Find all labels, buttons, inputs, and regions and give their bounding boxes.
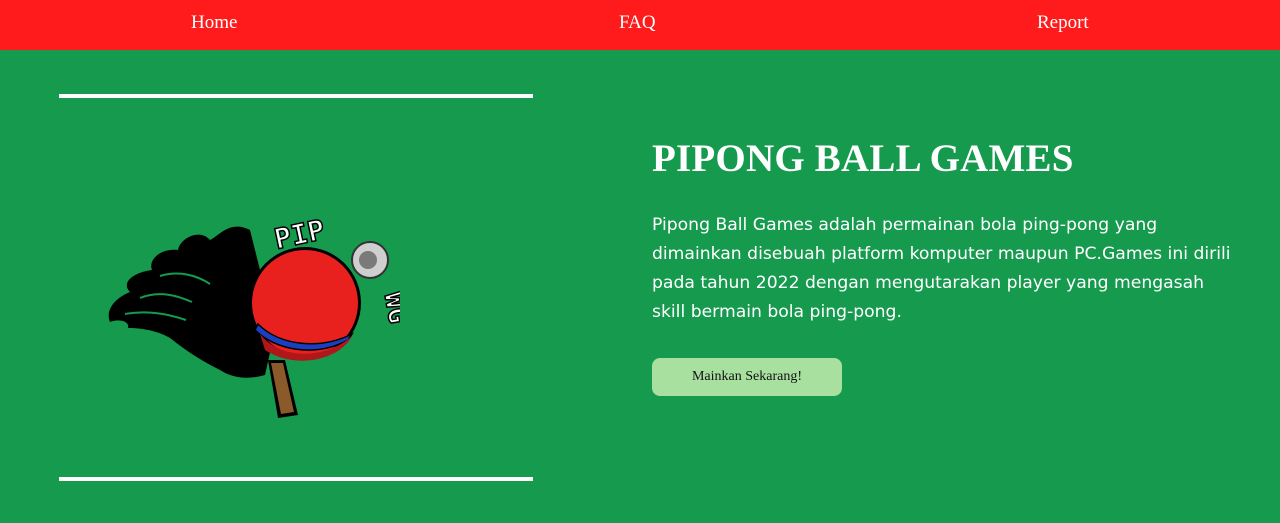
logo-text-side: WG bbox=[378, 290, 400, 326]
pingpong-paddle-flame-logo: PIP WG bbox=[108, 212, 400, 418]
play-now-button[interactable]: Mainkan Sekarang! bbox=[652, 358, 842, 396]
top-navbar: Home FAQ Report bbox=[0, 0, 1280, 50]
hero-description: Pipong Ball Games adalah permainan bola … bbox=[652, 215, 1231, 322]
hero-title: PIPONG BALL GAMES bbox=[652, 137, 1074, 180]
nav-home-link[interactable]: Home bbox=[191, 12, 237, 34]
bottom-divider bbox=[59, 477, 533, 481]
nav-report-link[interactable]: Report bbox=[1037, 12, 1089, 34]
top-divider bbox=[59, 94, 533, 98]
nav-faq-link[interactable]: FAQ bbox=[619, 12, 656, 34]
